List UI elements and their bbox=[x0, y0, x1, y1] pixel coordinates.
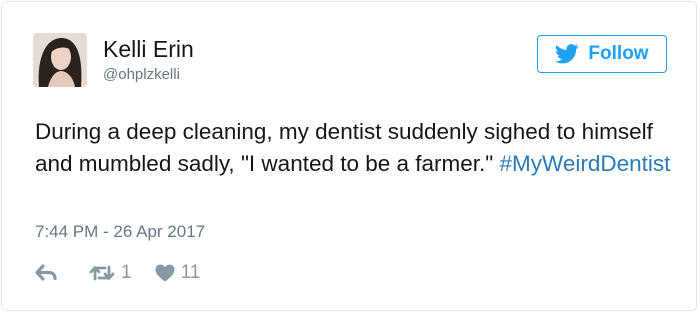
tweet-timestamp[interactable]: 7:44 PM - 26 Apr 2017 bbox=[35, 222, 205, 242]
heart-icon bbox=[155, 264, 175, 282]
follow-button[interactable]: Follow bbox=[537, 35, 667, 73]
display-name[interactable]: Kelli Erin bbox=[103, 36, 194, 63]
reply-button[interactable] bbox=[35, 264, 57, 282]
like-count: 11 bbox=[180, 262, 201, 283]
retweet-icon bbox=[89, 265, 115, 281]
tweet-card: Kelli Erin @ohplzkelli Follow During a d… bbox=[1, 1, 697, 311]
reply-icon bbox=[35, 264, 57, 281]
retweet-button[interactable]: 1 bbox=[89, 262, 132, 284]
hashtag-link[interactable]: #MyWeirdDentist bbox=[500, 151, 671, 176]
retweet-count: 1 bbox=[121, 262, 132, 283]
user-handle[interactable]: @ohplzkelli bbox=[103, 66, 180, 83]
avatar[interactable] bbox=[33, 33, 87, 87]
twitter-bird-icon bbox=[555, 44, 580, 64]
tweet-actions: 1 11 bbox=[35, 261, 200, 285]
follow-label: Follow bbox=[588, 43, 649, 64]
tweet-text: During a deep cleaning, my dentist sudde… bbox=[35, 116, 675, 180]
avatar-photo bbox=[33, 33, 87, 87]
like-button[interactable]: 11 bbox=[155, 262, 201, 284]
